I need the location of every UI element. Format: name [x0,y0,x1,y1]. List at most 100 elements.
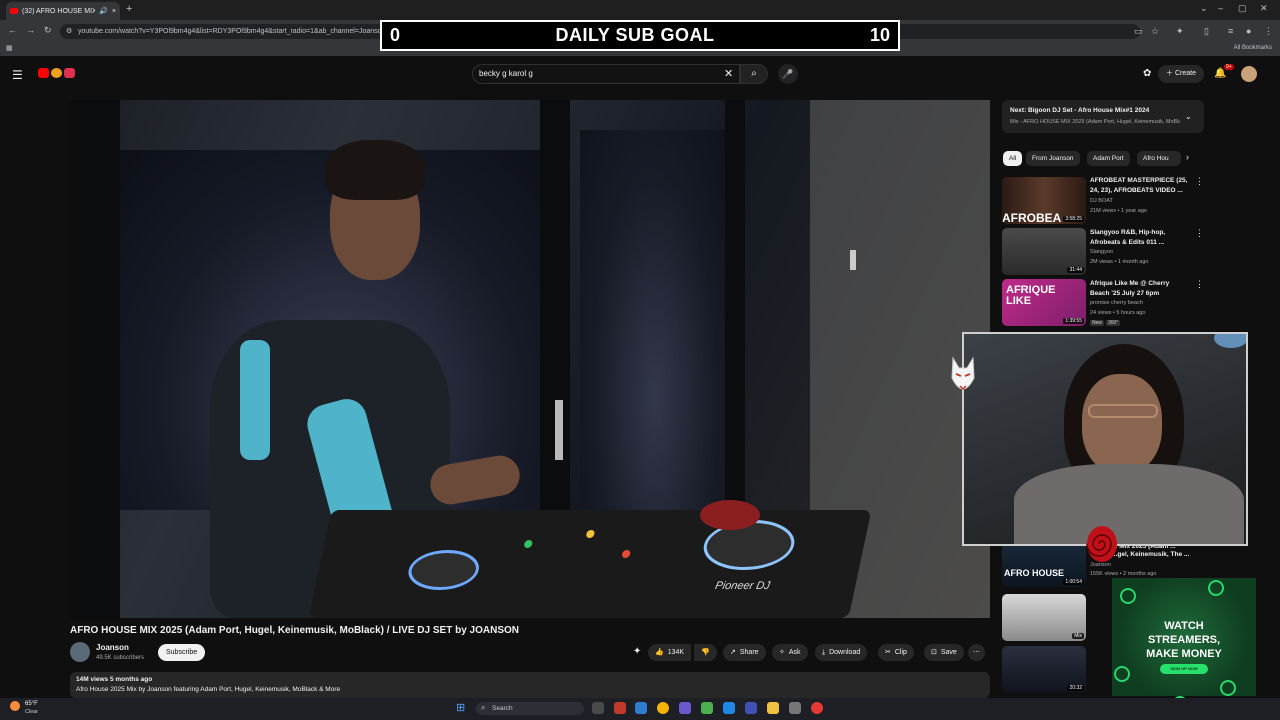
save-label: Save [940,649,957,656]
download-icon: ⤓ [822,649,826,656]
extensions-icon[interactable]: ✦ [1176,26,1184,37]
kebab-menu-icon[interactable]: ⋮ [1264,26,1273,37]
video-thumbnail[interactable]: AFRIQUE LIKE 1:39:55 [1002,279,1086,326]
search-input[interactable]: becky g karol g [472,64,740,84]
obs-icon[interactable] [811,702,823,714]
weather-icon[interactable] [10,701,20,711]
temperature[interactable]: 65°F [25,701,38,707]
rec-menu-icon[interactable]: ⋮ [1195,279,1204,290]
gift-icon[interactable]: ✿ [1143,68,1151,79]
create-button[interactable]: ＋ Create [1158,65,1204,83]
channel-name[interactable]: Joanson [96,643,129,652]
more-actions-button[interactable]: ⋯ [968,644,985,661]
rec-channel[interactable]: DJ BOAT [1090,198,1113,204]
clip-button[interactable]: ✂ Clip [878,644,914,661]
channel-avatar[interactable] [70,642,90,662]
voice-search-button[interactable]: 🎤 [778,64,798,84]
cam-sticker [1214,334,1246,348]
rec-channel[interactable]: Slangyoo [1090,249,1113,255]
tab-audio-icon[interactable]: 🔊 [99,7,108,15]
video-thumbnail[interactable]: AFRO HOUSE 1:00:54 [1002,540,1086,587]
download-button[interactable]: ⤓ Download [815,644,868,661]
window-close-icon[interactable]: ✕ [1260,3,1268,14]
rec-title[interactable]: Slangyoo R&B, Hip-hop, Afrobeats & Edits… [1090,228,1190,248]
calculator-icon[interactable] [789,702,801,714]
chip-afro-house[interactable]: Afro Hou [1137,151,1181,166]
guide-menu-icon[interactable]: ☰ [12,68,23,82]
rec-title[interactable]: Afrique Like Me @ Cherry Beach '25 July … [1090,279,1190,299]
chip-from-joanson[interactable]: From Joanson [1026,151,1080,166]
minimize-icon[interactable]: – [1218,3,1223,13]
share-button[interactable]: ↗ Share [723,644,766,661]
forward-icon[interactable]: → [26,25,35,35]
dislike-button[interactable]: 👎 [694,644,717,661]
browser-tab[interactable]: (32) AFRO HOUSE MIX 2025 🔊 × [6,2,120,20]
new-tab-button[interactable]: + [126,3,132,15]
scissors-icon: ✂ [885,649,891,656]
taskbar-search[interactable]: Search [476,702,584,715]
edge-icon[interactable] [635,702,647,714]
chip-adam-port[interactable]: Adam Port [1087,151,1130,166]
video-thumbnail[interactable]: Mix [1002,594,1086,641]
file-explorer-icon[interactable] [767,702,779,714]
xbox-icon[interactable] [701,702,713,714]
sub-goal-label: DAILY SUB GOAL [555,25,715,45]
rec-menu-icon[interactable]: ⋮ [1195,228,1204,239]
bookmark-star-icon[interactable]: ☆ [1151,26,1159,37]
search-button[interactable]: ⌕ [740,64,768,84]
chip-all[interactable]: All [1003,151,1023,166]
playlist-next-box[interactable] [1002,100,1204,133]
video-player[interactable]: Pioneer DJ [70,100,990,618]
task-view-icon[interactable] [592,702,604,714]
rec-menu-icon[interactable]: ⋮ [1195,176,1204,187]
next-title: Next: Bigoon DJ Set - Afro House Mix#1 2… [1010,107,1150,114]
rec-title-line2[interactable]: ...gel, Keinemusik, The ... [1112,550,1202,560]
ad-ring-icon [1114,666,1130,682]
vscode-icon[interactable] [745,702,757,714]
like-count: 134K [667,649,685,656]
search-icon: ⌕ [751,68,757,79]
ad-signup-button[interactable]: SIGN UP NOW [1160,664,1208,674]
sparkle-icon[interactable]: ✦ [633,646,641,657]
tab-search-icon[interactable]: ⌄ [1200,3,1208,14]
window-handle [555,400,563,460]
rec-channel[interactable]: promise cherry beach [1090,300,1143,306]
maximize-icon[interactable]: ▢ [1238,3,1247,14]
youtube-logo[interactable] [38,68,75,78]
taskbar-search-icon: ⌕ [481,703,486,712]
site-info-icon[interactable]: ⚙ [66,24,72,39]
subscribe-button[interactable]: Subscribe [158,644,206,661]
menu-icon[interactable]: ≡ [1228,26,1233,36]
save-button[interactable]: ⊡ Save [924,644,964,661]
reload-icon[interactable]: ↻ [44,25,52,36]
ad-overlay[interactable]: WATCH STREAMERS, MAKE MONEY [1112,578,1256,712]
duration: 1:39:55 [1063,318,1084,324]
sidepanel-icon[interactable]: ▯ [1204,26,1209,37]
apps-icon[interactable]: ▦ [6,44,13,52]
discord-icon[interactable] [679,702,691,714]
ask-label: Ask [788,649,801,656]
video-thumbnail[interactable]: 31:44 [1002,228,1086,275]
steam-icon[interactable] [723,702,735,714]
back-icon[interactable]: ← [8,25,17,35]
tab-close-icon[interactable]: × [112,8,116,15]
ask-button[interactable]: ✧ Ask [772,644,808,661]
account-avatar[interactable] [1241,66,1257,82]
rec-title[interactable]: AFROBEAT MASTERPIECE (25, 24, 23), AFROB… [1090,176,1190,196]
description-box[interactable] [70,672,990,698]
cast-icon[interactable]: ▭ [1134,26,1143,37]
description-text: Afro House 2025 Mix by Joanson featuring… [76,686,341,693]
app-icon[interactable] [614,702,626,714]
profile-icon[interactable]: ● [1246,26,1251,36]
clear-search-icon[interactable]: ✕ [724,67,733,80]
windows-start-icon[interactable]: ⊞ [456,701,465,714]
video-thumbnail[interactable]: AFROBEA 3:58:25 [1002,177,1086,224]
chrome-icon[interactable] [657,702,669,714]
chevron-down-icon[interactable]: ⌄ [1185,112,1192,121]
all-bookmarks[interactable]: All Bookmarks [1234,45,1272,51]
youtube-favicon-icon [10,8,18,14]
video-thumbnail[interactable]: 20:32 [1002,646,1086,693]
like-button[interactable]: 👍 134K [648,644,692,661]
thumbs-up-icon: 👍 [655,649,664,656]
chevron-right-icon[interactable]: › [1186,152,1189,162]
